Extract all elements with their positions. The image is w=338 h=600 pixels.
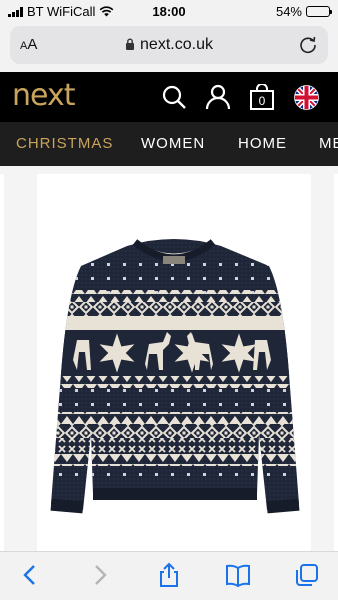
search-icon[interactable] <box>161 84 187 110</box>
previous-image-peek[interactable] <box>0 174 4 551</box>
battery-percent: 54% <box>275 4 302 19</box>
next-logo[interactable]: next <box>12 78 75 113</box>
nav-item-men[interactable]: ME <box>319 135 338 152</box>
battery-icon <box>306 6 332 17</box>
bag-button[interactable]: 0 <box>249 83 275 110</box>
site-header: next 0 <box>0 72 338 122</box>
browser-toolbar <box>0 551 338 600</box>
reload-icon[interactable] <box>298 35 318 55</box>
lock-icon <box>126 38 135 50</box>
address-bar[interactable]: AA next.co.uk <box>10 26 328 64</box>
bag-count: 0 <box>258 94 266 108</box>
forward-icon[interactable] <box>86 562 112 588</box>
nav-item-christmas[interactable]: CHRISTMAS <box>16 135 113 152</box>
jumper-illustration <box>50 239 300 514</box>
uk-flag-icon[interactable] <box>294 85 319 110</box>
url-display[interactable]: next.co.uk <box>10 36 328 54</box>
account-icon[interactable] <box>205 84 231 110</box>
nav-item-home[interactable]: HOME <box>238 135 287 152</box>
tabs-icon[interactable] <box>294 562 320 588</box>
product-gallery[interactable] <box>0 166 338 551</box>
back-icon[interactable] <box>18 562 44 588</box>
status-bar: BT WiFiCall 18:00 54% <box>0 0 338 22</box>
nav-item-women[interactable]: WOMEN <box>141 135 205 152</box>
share-icon[interactable] <box>156 562 182 588</box>
next-image-peek[interactable] <box>334 174 338 551</box>
product-image[interactable] <box>37 174 311 551</box>
category-nav: CHRISTMAS WOMEN HOME ME <box>0 122 338 166</box>
url-text: next.co.uk <box>140 36 213 53</box>
battery-group: 54% <box>275 4 332 19</box>
bookmarks-icon[interactable] <box>225 562 251 588</box>
